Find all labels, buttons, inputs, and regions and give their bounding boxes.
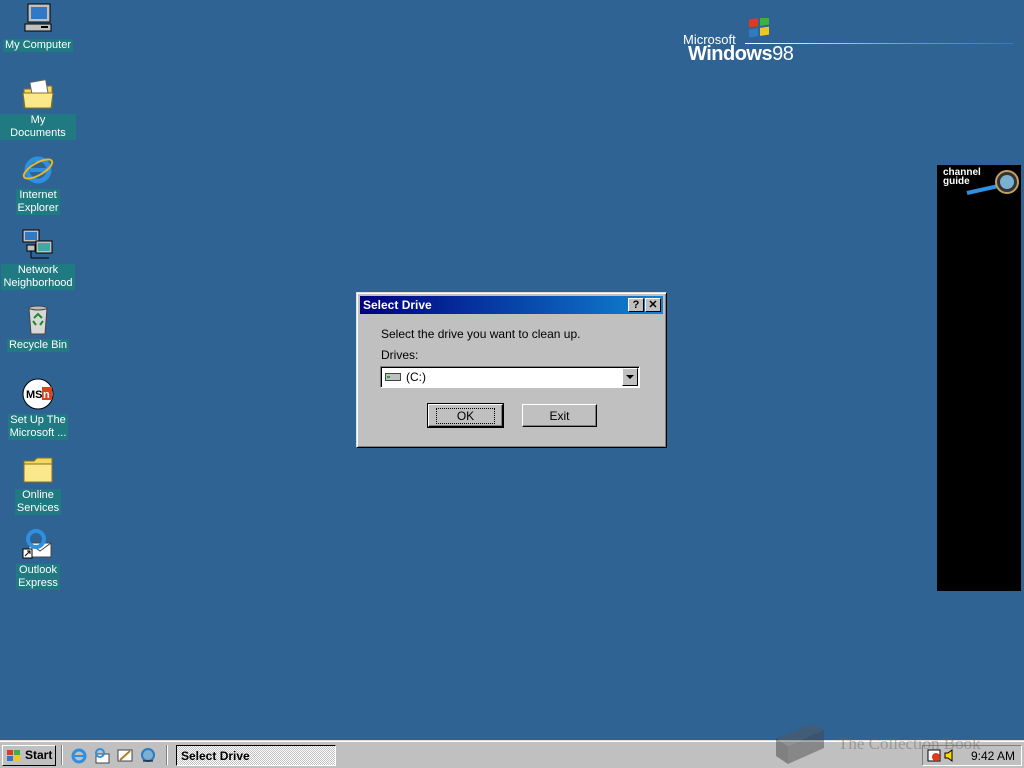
windows-flag-icon xyxy=(749,18,769,38)
online-services-folder-icon xyxy=(23,457,53,483)
network-neighborhood-icon xyxy=(22,229,53,259)
windows-logo-icon xyxy=(7,750,20,761)
desktop-icon-label: Internet Explorer xyxy=(15,189,61,215)
desktop-icon-recycle-bin[interactable]: Recycle Bin xyxy=(0,302,76,352)
outlook-express-icon xyxy=(22,529,52,559)
outlook-express-icon[interactable] xyxy=(93,747,111,764)
svg-text:n: n xyxy=(43,389,50,401)
internet-explorer-icon[interactable] xyxy=(70,747,88,764)
start-button[interactable]: Start xyxy=(2,745,56,766)
taskbar-separator xyxy=(61,745,63,765)
dialog-title: Select Drive xyxy=(363,298,432,312)
help-button[interactable]: ? xyxy=(628,298,644,312)
taskbar-button-select-drive[interactable]: Select Drive xyxy=(176,745,336,766)
drives-label: Drives: xyxy=(381,348,419,362)
msn-icon: MS n xyxy=(22,378,54,410)
volume-icon[interactable] xyxy=(943,748,958,763)
windows98-logo: Microsoft Windows98 xyxy=(683,18,1013,68)
clock[interactable]: 9:42 AM xyxy=(971,749,1015,763)
ok-button[interactable]: OK xyxy=(427,403,504,428)
start-label: Start xyxy=(25,748,53,762)
show-desktop-icon[interactable] xyxy=(116,747,134,764)
close-button[interactable]: ✕ xyxy=(645,298,661,312)
desktop-icon-label: Recycle Bin xyxy=(6,339,70,352)
recycle-bin-icon xyxy=(28,305,48,335)
my-computer-icon xyxy=(24,3,52,32)
ok-label: OK xyxy=(435,407,496,424)
desktop-icon-network-neighborhood[interactable]: Network Neighborhood xyxy=(0,227,76,290)
select-drive-dialog: Select Drive ? ✕ Select the drive you wa… xyxy=(356,292,667,448)
dialog-titlebar[interactable]: Select Drive ? ✕ xyxy=(360,296,663,314)
desktop-icon-label: Online Services xyxy=(14,489,62,515)
channels-icon[interactable] xyxy=(139,747,157,764)
exit-label: Exit xyxy=(549,408,570,423)
logo-windows-word: Windows xyxy=(688,43,773,65)
hard-drive-icon xyxy=(385,373,401,381)
logo-version: 98 xyxy=(772,43,794,65)
dropdown-arrow-icon[interactable] xyxy=(622,368,638,386)
desktop-icon-my-documents[interactable]: My Documents xyxy=(0,77,76,140)
scheduler-icon[interactable] xyxy=(927,748,942,763)
channel-bar[interactable]: channel guide xyxy=(937,165,1021,591)
internet-explorer-icon xyxy=(22,156,54,184)
desktop-icon-label: Set Up The Microsoft ... xyxy=(7,414,69,440)
dialog-prompt: Select the drive you want to clean up. xyxy=(381,327,581,341)
desktop-icon-label: Network Neighborhood xyxy=(1,264,75,290)
drives-dropdown[interactable]: (C:) xyxy=(380,366,640,388)
my-documents-icon xyxy=(22,79,54,109)
system-tray: 9:42 AM xyxy=(922,745,1022,766)
svg-text:MS: MS xyxy=(26,389,43,401)
desktop-icon-label: My Documents xyxy=(0,114,76,140)
taskbar-separator xyxy=(166,745,168,765)
desktop-icon-label: Outlook Express xyxy=(16,564,60,590)
exit-button[interactable]: Exit xyxy=(522,404,597,427)
logo-windows-text: Windows98 xyxy=(688,43,794,66)
desktop-icon-outlook-express[interactable]: Outlook Express xyxy=(0,527,76,590)
desktop-icon-my-computer[interactable]: My Computer xyxy=(0,2,76,52)
magnifier-icon xyxy=(966,170,1019,195)
desktop-icon-internet-explorer[interactable]: Internet Explorer xyxy=(0,152,76,215)
selected-drive: (C:) xyxy=(406,370,426,384)
desktop-icon-set-up-msn[interactable]: MS n Set Up The Microsoft ... xyxy=(0,377,76,440)
taskbar-button-label: Select Drive xyxy=(181,749,250,763)
desktop-icon-online-services[interactable]: Online Services xyxy=(0,452,76,515)
desktop-icon-label: My Computer xyxy=(2,39,74,52)
taskbar: Start Select Drive 9:42 AM xyxy=(0,740,1024,768)
